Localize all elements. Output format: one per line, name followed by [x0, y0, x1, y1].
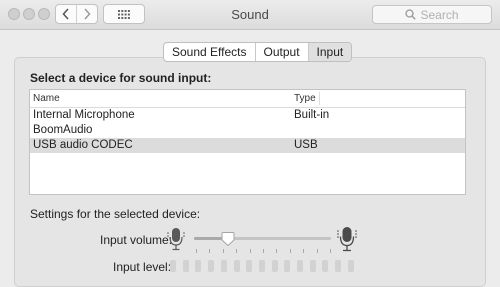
slider-ticks [196, 249, 331, 253]
forward-chevron-icon [84, 8, 91, 20]
back-chevron-icon [62, 8, 69, 20]
tab-input[interactable]: Input [307, 43, 352, 61]
slider-tick [249, 249, 251, 253]
level-segment [284, 260, 291, 272]
search-field[interactable]: Search [372, 5, 492, 24]
device-table[interactable]: Name Type Internal Microphone Built-in B… [29, 89, 466, 195]
table-header: Name Type [30, 90, 465, 108]
device-type: Built-in [294, 109, 330, 121]
level-segment [220, 260, 227, 272]
slider-tick [289, 249, 291, 253]
settings-heading: Settings for the selected device: [30, 207, 201, 221]
back-button[interactable] [56, 5, 76, 23]
column-header-name[interactable]: Name [33, 93, 60, 104]
tab-sound-effects[interactable]: Sound Effects [164, 43, 254, 61]
window-title: Sound [231, 7, 269, 22]
level-segment [195, 260, 202, 272]
slider-tick [276, 249, 278, 253]
slider-thumb[interactable] [221, 232, 235, 246]
slider-tick [263, 249, 264, 253]
table-row[interactable]: BoomAudio [30, 123, 465, 138]
level-segment [347, 260, 354, 272]
slider-tick [303, 249, 305, 253]
slider-tick [196, 249, 197, 253]
grid-icon [118, 9, 130, 19]
show-all-button[interactable] [103, 4, 145, 24]
device-name: USB audio CODEC [33, 139, 133, 151]
level-segment [322, 260, 329, 272]
minimize-window-button[interactable] [23, 8, 35, 20]
close-window-button[interactable] [8, 8, 20, 20]
table-row-selected[interactable]: USB audio CODEC USB [30, 138, 465, 153]
input-volume-slider[interactable] [194, 237, 331, 240]
forward-button[interactable] [76, 5, 97, 23]
slider-tick [209, 249, 211, 253]
microphone-high-icon [337, 227, 357, 252]
input-volume-label: Input volume: [100, 233, 173, 247]
device-name: BoomAudio [33, 124, 93, 136]
navigation-buttons [55, 4, 98, 24]
device-type: USB [294, 139, 318, 151]
microphone-low-icon [167, 228, 185, 251]
slider-tick [316, 249, 318, 253]
device-section-heading: Select a device for sound input: [30, 71, 212, 85]
level-segment [297, 260, 303, 272]
input-level-label: Input level: [113, 260, 172, 274]
slider-tick [222, 249, 224, 253]
level-segment [271, 260, 278, 272]
table-row[interactable]: Internal Microphone Built-in [30, 108, 465, 123]
slider-tick [330, 249, 331, 253]
level-segment [309, 260, 316, 272]
tab-bar: Sound Effects Output Input [163, 42, 353, 62]
zoom-window-button[interactable] [38, 8, 50, 20]
level-segment [258, 260, 265, 272]
level-segment [233, 260, 240, 272]
search-placeholder: Search [420, 7, 459, 22]
column-divider [319, 92, 320, 105]
level-segment [208, 260, 215, 272]
level-segment [182, 260, 189, 272]
tab-output[interactable]: Output [254, 43, 308, 61]
level-segment [170, 260, 176, 272]
slider-tick [236, 249, 238, 253]
device-name: Internal Microphone [33, 109, 135, 121]
title-bar: Sound Search [0, 0, 500, 30]
level-segment [335, 260, 342, 272]
column-header-type[interactable]: Type [294, 93, 316, 104]
level-segment [246, 260, 253, 272]
search-icon [405, 9, 417, 20]
